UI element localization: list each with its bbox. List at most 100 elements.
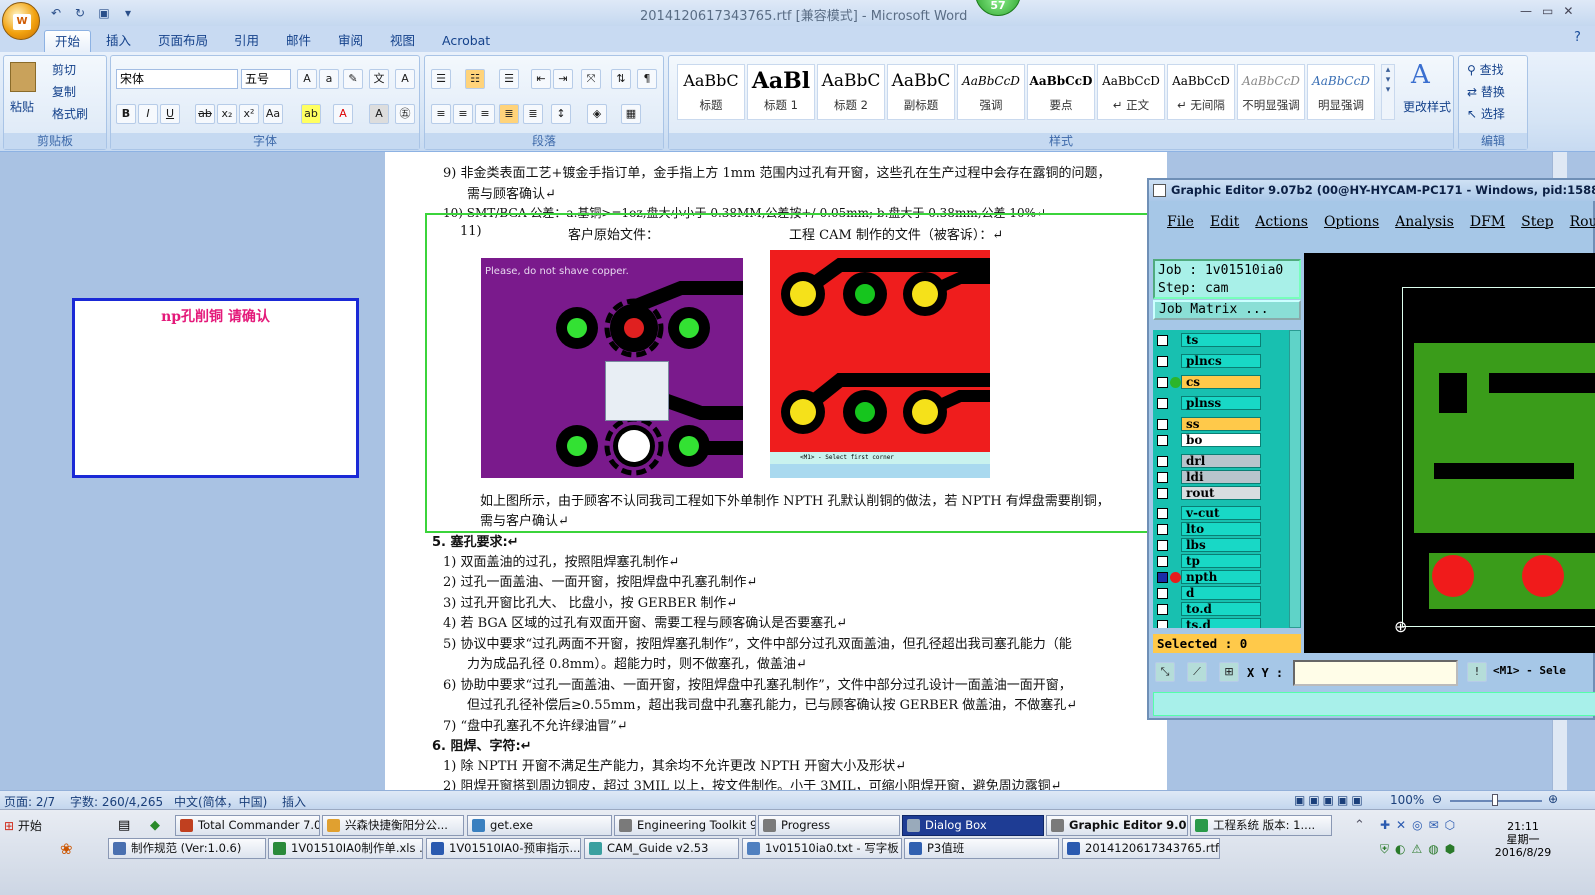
layer-checkbox[interactable] xyxy=(1157,335,1168,346)
layer-checkbox[interactable] xyxy=(1157,435,1168,446)
tab-mailings[interactable]: 邮件 xyxy=(276,30,321,52)
font-color-icon[interactable]: A xyxy=(333,104,353,124)
tab-insert[interactable]: 插入 xyxy=(96,30,141,52)
layer-row[interactable]: to.d xyxy=(1153,602,1289,617)
taskbar-item[interactable]: P3值班 xyxy=(904,838,1059,859)
taskbar-item[interactable]: Total Commander 7.0 ... xyxy=(175,815,320,836)
replace-button[interactable]: ⇄ 替换 xyxy=(1467,83,1505,100)
layer-checkbox[interactable] xyxy=(1157,620,1168,628)
change-styles-button[interactable]: 更改样式 xyxy=(1403,98,1451,115)
coordinate-input[interactable] xyxy=(1293,660,1458,686)
style-no-spacing[interactable]: AaBbCcD ↵ 无间隔 xyxy=(1167,64,1235,120)
justify-icon[interactable]: ≣ xyxy=(499,104,519,124)
paste-icon[interactable] xyxy=(10,62,36,92)
taskbar-item[interactable]: 1V01510IA0-预审指示.... xyxy=(426,838,581,859)
layer-row[interactable]: ts xyxy=(1153,333,1289,348)
style-subtle-emphasis[interactable]: AaBbCcD 不明显强调 xyxy=(1237,64,1305,120)
menu-options[interactable]: Options xyxy=(1324,214,1379,234)
superscript-icon[interactable]: x² xyxy=(239,104,259,124)
page-count[interactable]: 页面: 2/7 xyxy=(4,793,55,810)
taskbar-item[interactable]: Graphic Editor 9.07... xyxy=(1046,815,1188,836)
tab-acrobat[interactable]: Acrobat xyxy=(432,30,500,52)
tray-expand-icon[interactable]: ⌃ xyxy=(1354,818,1365,833)
menu-analysis[interactable]: Analysis xyxy=(1395,214,1454,234)
style-strong[interactable]: AaBbCcD 要点 xyxy=(1027,64,1095,120)
font-size-select[interactable]: 五号 xyxy=(241,69,291,89)
layer-checkbox[interactable] xyxy=(1157,524,1168,535)
tab-references[interactable]: 引用 xyxy=(224,30,269,52)
menu-file[interactable]: File xyxy=(1167,214,1194,234)
layer-list-scrollbar[interactable] xyxy=(1289,330,1301,628)
job-matrix-button[interactable]: Job Matrix ... xyxy=(1153,300,1301,320)
zoom-slider-thumb[interactable] xyxy=(1492,794,1498,806)
layer-row[interactable]: cs xyxy=(1153,375,1289,390)
info-icon[interactable]: ! xyxy=(1467,662,1487,682)
layer-row[interactable]: ts.d xyxy=(1153,618,1289,628)
style-title[interactable]: AaBbC 标题 xyxy=(677,64,745,120)
tab-review[interactable]: 审阅 xyxy=(328,30,373,52)
layer-row[interactable]: plnss xyxy=(1153,396,1289,411)
start-button[interactable]: ⊞ 开始 xyxy=(0,815,46,837)
taskbar-item[interactable]: CAM_Guide v2.53 xyxy=(584,838,739,859)
taskbar-item[interactable]: 1v01510ia0.txt - 写字板 xyxy=(742,838,902,859)
style-emphasis[interactable]: AaBbCcD 强调 xyxy=(957,64,1025,120)
find-button[interactable]: ⚲ 查找 xyxy=(1467,61,1504,78)
taskbar-item[interactable]: 兴森快捷衡阳分公... xyxy=(322,815,464,836)
menu-edit[interactable]: Edit xyxy=(1210,214,1239,234)
format-painter-button[interactable]: 格式刷 xyxy=(52,105,88,122)
style-intense-emphasis[interactable]: AaBbCcD 明显强调 xyxy=(1307,64,1375,120)
style-heading-1[interactable]: AaBl 标题 1 xyxy=(747,64,815,120)
system-clock[interactable]: 21:11 星期一 2016/8/29 xyxy=(1490,820,1556,859)
cam-file-image[interactable]: <M1> - Select first corner xyxy=(770,250,990,478)
layer-row[interactable]: v-cut xyxy=(1153,506,1289,521)
borders-icon[interactable]: ▦ xyxy=(621,104,641,124)
graphic-canvas[interactable]: ⊕ xyxy=(1304,253,1595,653)
copy-button[interactable]: 复制 xyxy=(52,83,76,100)
highlight-icon[interactable]: ab xyxy=(301,104,321,124)
style-heading-2[interactable]: AaBbC 标题 2 xyxy=(817,64,885,120)
show-marks-icon[interactable]: ¶ xyxy=(637,69,657,89)
multilevel-list-icon[interactable]: ☰ xyxy=(499,69,519,89)
quick-launch-icon[interactable]: ◆ xyxy=(150,818,160,833)
grid-icon[interactable]: ⊞ xyxy=(1219,662,1239,682)
slide-thumbnail[interactable]: np孔削铜 请确认 xyxy=(72,298,359,478)
subscript-icon[interactable]: x₂ xyxy=(217,104,237,124)
shrink-font-icon[interactable]: a xyxy=(319,69,339,89)
line-spacing-icon[interactable]: ↕ xyxy=(551,104,571,124)
layer-row[interactable]: ldi xyxy=(1153,470,1289,485)
shading-icon[interactable]: ◈ xyxy=(587,104,607,124)
tab-view[interactable]: 视图 xyxy=(380,30,425,52)
undo-icon[interactable]: ↶ xyxy=(48,5,64,21)
layer-checkbox[interactable] xyxy=(1157,356,1168,367)
cut-button[interactable]: 剪切 xyxy=(52,61,76,78)
redo-icon[interactable]: ↻ xyxy=(72,5,88,21)
layer-row[interactable]: drl xyxy=(1153,454,1289,469)
distributed-icon[interactable]: ≣ xyxy=(523,104,543,124)
help-icon[interactable]: ? xyxy=(1574,30,1581,45)
menu-dfm[interactable]: DFM xyxy=(1470,214,1505,234)
customer-original-image[interactable]: Please, do not shave copper. xyxy=(481,258,743,478)
layer-row[interactable]: lbs xyxy=(1153,538,1289,553)
minimize-icon[interactable]: — xyxy=(1520,4,1532,18)
decrease-indent-icon[interactable]: ⇤ xyxy=(531,69,551,89)
zoom-icon[interactable]: ⤡ xyxy=(1155,662,1175,682)
layer-row[interactable]: tp xyxy=(1153,554,1289,569)
strikethrough-icon[interactable]: ab xyxy=(195,104,215,124)
numbering-icon[interactable]: ☷ xyxy=(465,69,485,89)
layer-row[interactable]: plncs xyxy=(1153,354,1289,369)
layer-checkbox[interactable] xyxy=(1157,508,1168,519)
layer-checkbox[interactable] xyxy=(1157,398,1168,409)
taskbar-item[interactable]: 工程系统 版本: 1.... xyxy=(1190,815,1332,836)
clear-format-icon[interactable]: ✎ xyxy=(343,69,363,89)
close-icon[interactable]: ✕ xyxy=(1563,4,1573,18)
layer-checkbox[interactable] xyxy=(1157,377,1168,388)
menu-step[interactable]: Step xyxy=(1521,214,1553,234)
view-buttons-icon[interactable]: ▣▣▣▣▣ xyxy=(1294,793,1366,807)
enclose-char-icon[interactable]: ㊄ xyxy=(395,104,415,124)
layer-row[interactable]: npth xyxy=(1153,570,1289,585)
sort-icon[interactable]: ⇅ xyxy=(611,69,631,89)
change-case-icon[interactable]: Aa xyxy=(263,104,283,124)
word-count[interactable]: 字数: 260/4,265 xyxy=(70,793,163,810)
layer-row[interactable]: d xyxy=(1153,586,1289,601)
measure-icon[interactable]: ⟋ xyxy=(1187,662,1207,682)
